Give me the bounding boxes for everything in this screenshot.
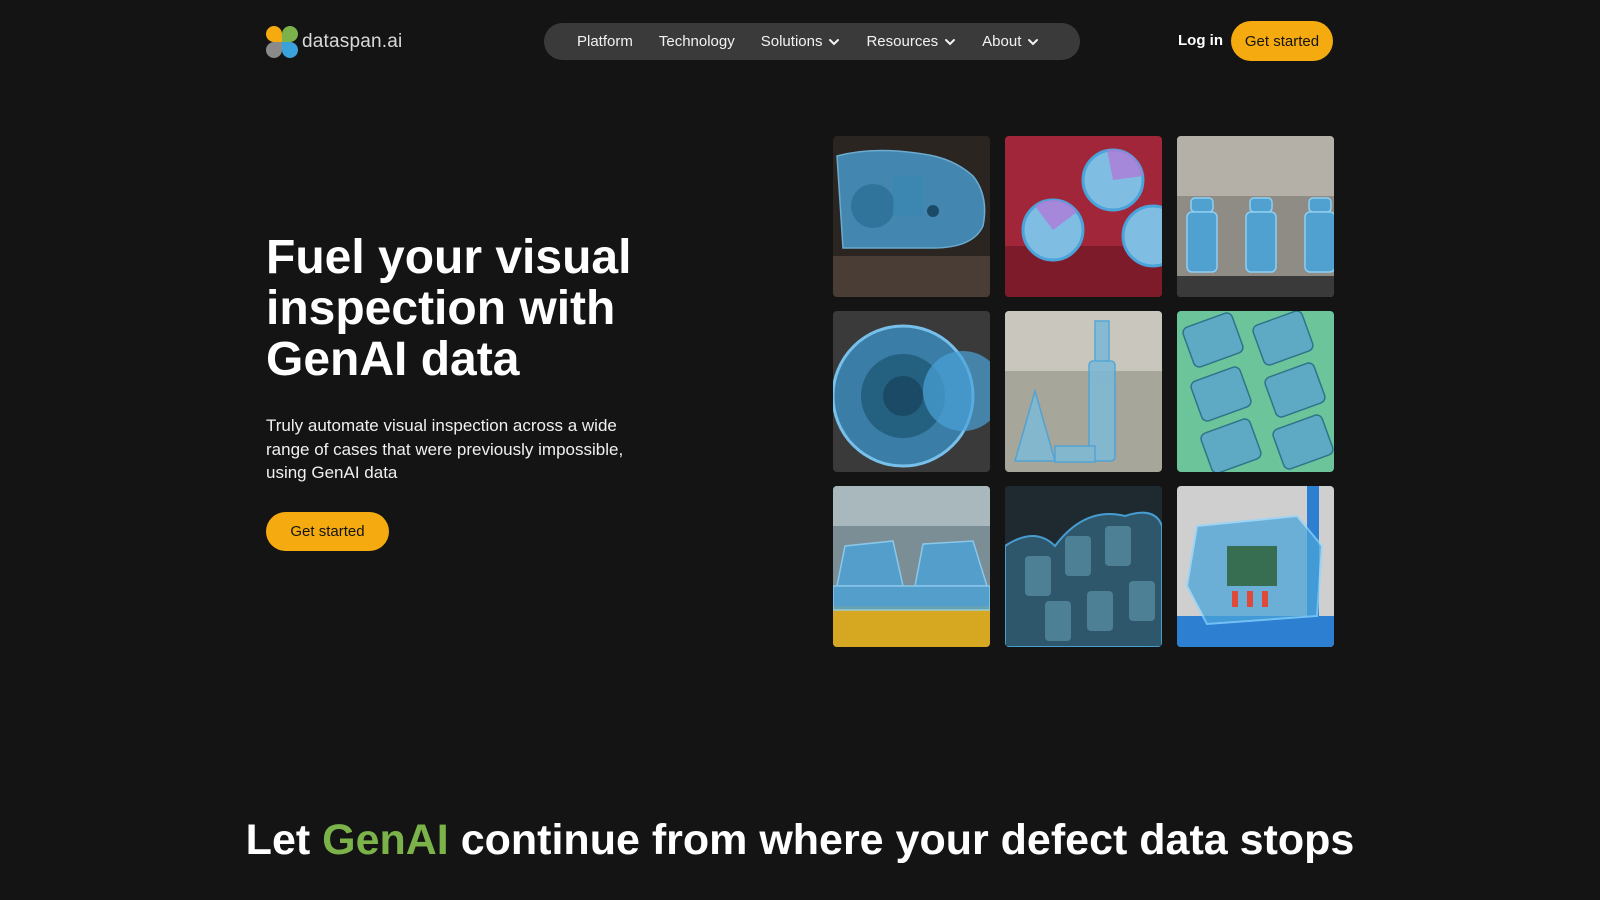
nav-item-platform[interactable]: Platform <box>577 33 633 50</box>
logo-mark-icon <box>266 26 298 58</box>
headline-accent: GenAI <box>322 816 449 864</box>
gear-wheel-image <box>833 311 990 472</box>
chevron-down-icon <box>945 38 956 45</box>
nav-item-solutions[interactable]: Solutions <box>761 33 841 50</box>
header-get-started-button[interactable]: Get started <box>1231 21 1333 61</box>
nav-item-label: Platform <box>577 33 633 50</box>
logo-text: dataspan.ai <box>302 31 403 52</box>
nav-item-label: About <box>982 33 1022 50</box>
chevron-down-icon <box>829 38 840 45</box>
electronics-board-image <box>1177 486 1334 647</box>
main-nav: Platform Technology Solutions Resources … <box>544 23 1080 60</box>
pcb-capacitors-image <box>1005 136 1162 297</box>
train-bogie-image <box>833 136 990 297</box>
roller-gears-image <box>1005 486 1162 647</box>
hero-subtitle: Truly automate visual inspection across … <box>266 416 624 482</box>
nav-item-about[interactable]: About <box>982 33 1039 50</box>
chevron-down-icon <box>1028 38 1039 45</box>
inspection-image-gallery <box>833 136 1334 648</box>
nav-item-resources[interactable]: Resources <box>866 33 956 50</box>
nav-item-label: Resources <box>866 33 939 50</box>
circuit-modules-image <box>1177 311 1334 472</box>
headline-part2: continue from where your defect data sto… <box>448 816 1355 864</box>
logo[interactable]: dataspan.ai <box>266 26 402 58</box>
section-headline: Let GenAI continue from where your defec… <box>0 818 1600 862</box>
nav-item-label: Solutions <box>760 33 823 50</box>
headline-part1: Let <box>245 816 323 864</box>
hero-title: Fuel your visual inspection with GenAI d… <box>266 231 632 386</box>
bottle-caps-image <box>1177 136 1334 297</box>
hero-get-started-button[interactable]: Get started <box>266 512 389 551</box>
login-link[interactable]: Log in <box>1178 32 1223 49</box>
machined-shafts-image <box>1005 311 1162 472</box>
nav-item-technology[interactable]: Technology <box>659 33 735 50</box>
nav-item-label: Technology <box>658 33 735 50</box>
car-assembly-line-image <box>833 486 990 647</box>
